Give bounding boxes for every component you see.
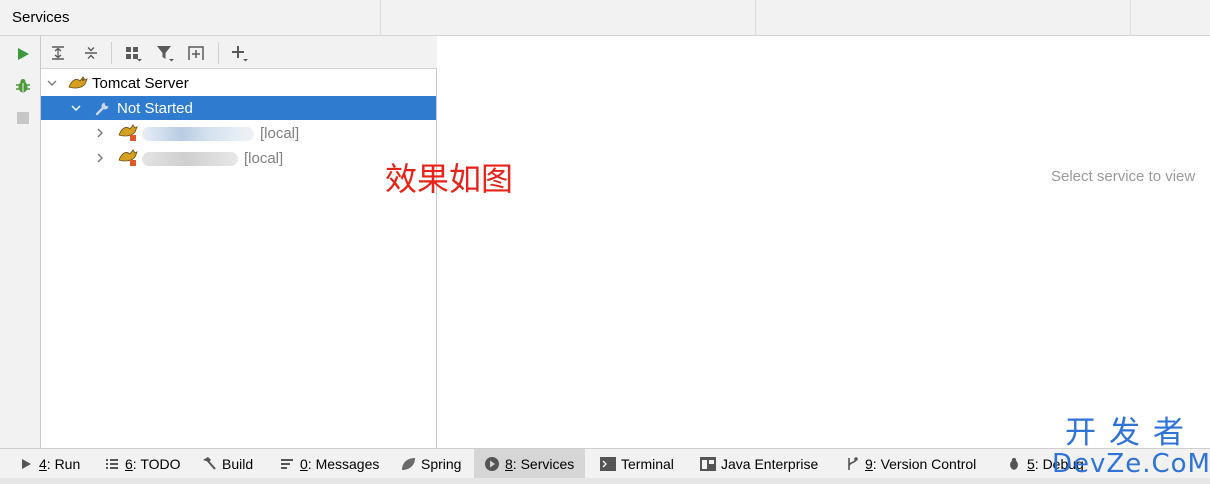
services-tree: Tomcat Server Not Started [local] [local… — [41, 69, 437, 448]
toolbar-separator — [111, 42, 112, 64]
tab-spring[interactable]: Spring — [394, 449, 467, 479]
chevron-right-icon[interactable] — [93, 126, 107, 140]
tree-node-not-started[interactable]: Not Started — [41, 96, 436, 120]
tab-messages[interactable]: 0: Messages — [273, 449, 385, 479]
expand-all-icon — [52, 46, 64, 60]
tomcat-config-icon — [118, 124, 138, 142]
watermark-line1: 开发者 — [1065, 415, 1197, 451]
tree-node-deployment[interactable]: [local] — [41, 121, 436, 145]
tree-node-label: Not Started — [117, 99, 193, 117]
header-divider — [380, 0, 381, 36]
new-tab-button[interactable] — [184, 41, 208, 65]
run-icon — [18, 48, 29, 60]
tab-services[interactable]: 8: Services — [474, 449, 585, 479]
group-by-icon — [126, 47, 142, 62]
tab-terminal[interactable]: Terminal — [594, 449, 680, 479]
toolbar-separator — [218, 42, 219, 64]
add-service-button[interactable] — [227, 41, 251, 65]
tab-build[interactable]: Build — [195, 449, 259, 479]
header-divider — [1130, 0, 1131, 36]
panel-title: Services — [12, 9, 70, 26]
empty-state-text: Select service to view — [1051, 168, 1196, 185]
collapse-all-icon — [85, 47, 97, 59]
redacted-name — [142, 151, 238, 166]
stop-button[interactable] — [12, 107, 34, 129]
java-enterprise-icon — [700, 456, 716, 472]
filter-button[interactable] — [153, 41, 177, 65]
tree-node-tomcat-server[interactable]: Tomcat Server — [41, 71, 436, 95]
debug-tab-icon — [1006, 456, 1022, 472]
tomcat-config-icon — [118, 149, 138, 167]
expand-all-button[interactable] — [46, 41, 70, 65]
group-by-button[interactable] — [121, 41, 145, 65]
status-bar — [0, 478, 1210, 484]
spring-icon — [400, 456, 416, 472]
chevron-down-icon[interactable] — [69, 101, 83, 115]
todo-icon — [104, 456, 120, 472]
tree-node-deployment[interactable]: [local] — [41, 146, 436, 170]
collapse-all-button[interactable] — [79, 41, 103, 65]
tool-window-bar: 4: Run 6: TODO Build 0: Messages Spring … — [0, 448, 1210, 479]
tree-toolbar — [41, 36, 437, 69]
services-header: Services — [0, 0, 1210, 36]
services-icon — [484, 456, 500, 472]
watermark: 开发者 DevZe.CoM — [1052, 416, 1210, 478]
redacted-name — [142, 126, 254, 141]
chevron-down-icon[interactable] — [45, 76, 59, 90]
hammer-icon — [201, 456, 217, 472]
vcs-icon — [844, 456, 860, 472]
tree-node-suffix: [local] — [260, 124, 300, 142]
watermark-line2: DevZe.CoM — [1052, 449, 1210, 479]
annotation-text: 效果如图 — [385, 160, 514, 198]
debug-icon — [16, 79, 30, 93]
run-tab-icon — [18, 456, 34, 472]
run-button[interactable] — [12, 43, 34, 65]
tab-run[interactable]: 4: Run — [12, 449, 86, 479]
tree-node-suffix: [local] — [244, 149, 284, 167]
wrench-icon — [93, 99, 113, 117]
terminal-icon — [600, 456, 616, 472]
tree-node-label: Tomcat Server — [92, 74, 189, 92]
tab-version-control[interactable]: 9: Version Control — [838, 449, 982, 479]
tab-todo[interactable]: 6: TODO — [98, 449, 187, 479]
header-divider — [755, 0, 756, 36]
stop-icon — [17, 112, 29, 124]
tab-java-enterprise[interactable]: Java Enterprise — [694, 449, 824, 479]
tomcat-icon — [68, 74, 88, 92]
chevron-right-icon[interactable] — [93, 151, 107, 165]
vertical-toolbar — [0, 36, 41, 448]
messages-icon — [279, 456, 295, 472]
new-tab-icon — [188, 46, 204, 60]
add-service-icon — [232, 46, 248, 62]
filter-icon — [157, 46, 174, 62]
debug-button[interactable] — [12, 75, 34, 97]
